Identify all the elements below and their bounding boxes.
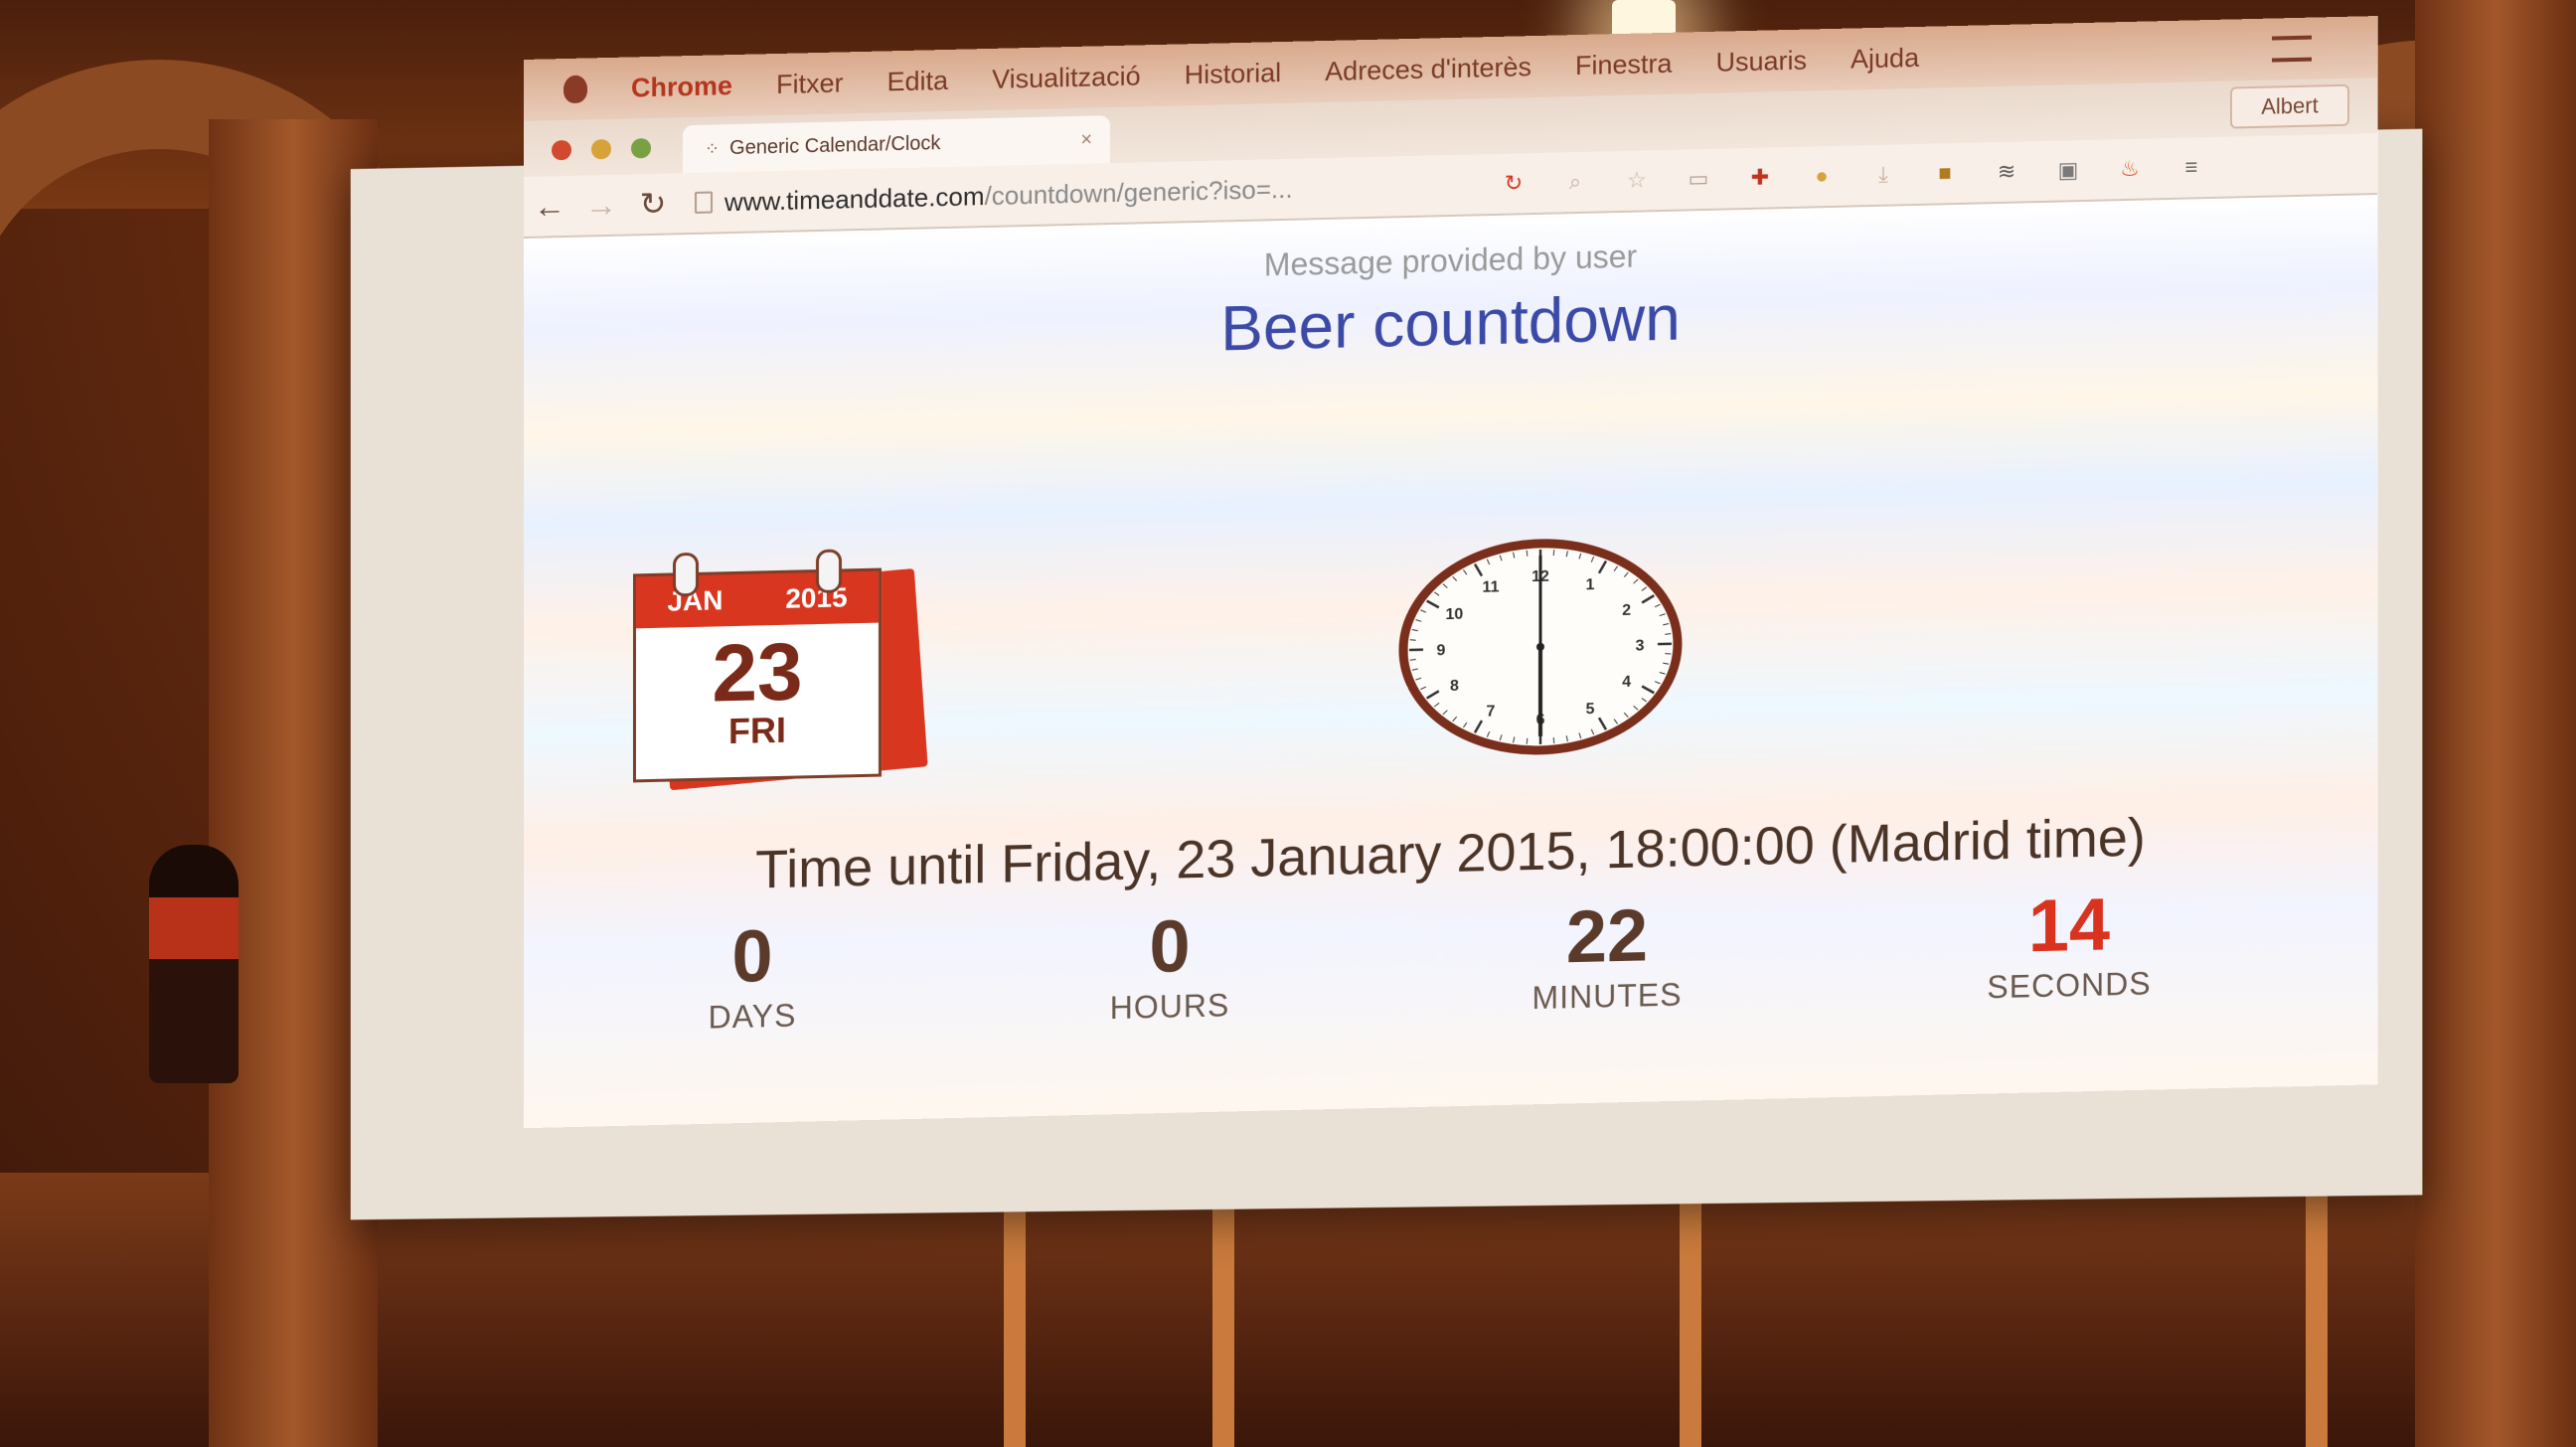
- table-leg: [1680, 1183, 1701, 1447]
- table-leg: [2306, 1183, 2328, 1447]
- table-leg: [1212, 1183, 1234, 1447]
- tab-title: Generic Calendar/Clock: [729, 132, 940, 160]
- calendar-icon: JAN 2015 23 FRI: [633, 548, 921, 783]
- counter-minutes: 22 MINUTES: [1478, 895, 1736, 1018]
- menu-item-fitxer[interactable]: Fitxer: [776, 68, 844, 100]
- calendar-ring: [673, 553, 699, 597]
- refresh-extension-icon[interactable]: ↻: [1496, 165, 1531, 202]
- analog-clock: 121234567891011: [1396, 534, 1685, 759]
- fire-icon[interactable]: ♨: [2112, 150, 2148, 187]
- menu-item-finestra[interactable]: Finestra: [1575, 48, 1673, 80]
- menu-item-usuaris[interactable]: Usuaris: [1716, 45, 1808, 78]
- clock-numeral: 9: [1437, 642, 1446, 659]
- days-label: DAYS: [623, 996, 882, 1039]
- clock-numeral: 10: [1446, 606, 1464, 623]
- layers-icon[interactable]: ≋: [1989, 153, 2024, 190]
- close-tab-icon[interactable]: ×: [1080, 128, 1092, 151]
- days-value: 0: [623, 916, 882, 998]
- clock-numeral: 3: [1636, 637, 1645, 654]
- menu-item-edita[interactable]: Edita: [887, 65, 949, 96]
- forward-arrow-icon[interactable]: →: [575, 186, 627, 224]
- window-controls: [552, 138, 651, 160]
- extension-icons: ↻ ⌕ ☆ ▭ ✚ ● ⤓ ■ ≋ ▣ ♨ ≡: [1496, 149, 2209, 202]
- seconds-value: 14: [1940, 884, 2198, 966]
- clock-tick: [1665, 653, 1671, 654]
- bookmark-star-icon[interactable]: ☆: [1619, 162, 1655, 199]
- profile-button[interactable]: Albert: [2230, 84, 2349, 129]
- minutes-label: MINUTES: [1478, 975, 1736, 1018]
- menu-icon[interactable]: ≡: [2174, 149, 2209, 186]
- pillar-right: [2415, 0, 2576, 1447]
- seconds-label: SECONDS: [1940, 964, 2198, 1007]
- minimize-window-icon[interactable]: [591, 139, 611, 159]
- calendar-ring: [816, 549, 842, 593]
- menu-item-historial[interactable]: Historial: [1185, 58, 1282, 90]
- seated-person: [149, 845, 239, 1083]
- page-icon: [695, 192, 713, 214]
- clock-tick: [1553, 737, 1554, 743]
- clock-numeral: 8: [1450, 678, 1459, 695]
- clock-tick: [1410, 640, 1416, 641]
- search-icon[interactable]: ⌕: [1557, 164, 1593, 201]
- counter-seconds: 14 SECONDS: [1940, 884, 2198, 1007]
- hours-value: 0: [1041, 906, 1299, 988]
- download-icon[interactable]: ⤓: [1865, 156, 1901, 193]
- menu-item-visualitzacio[interactable]: Visualització: [992, 61, 1141, 95]
- clock-numeral: 2: [1622, 602, 1631, 619]
- back-arrow-icon[interactable]: ←: [524, 187, 575, 225]
- calendar-weekday: FRI: [636, 711, 879, 752]
- pinterest-icon[interactable]: ✚: [1742, 159, 1778, 196]
- countdown-counters: 0 DAYS 0 HOURS 22 MINUTES 14 SECONDS: [524, 881, 2377, 1044]
- calendar-day: 23: [636, 631, 879, 717]
- close-window-icon[interactable]: [552, 140, 571, 160]
- loading-favicon-icon: ⁘: [705, 138, 720, 159]
- screen-icon[interactable]: ▭: [1681, 161, 1716, 198]
- clock-tick: [1527, 738, 1528, 744]
- url-path: /countdown/generic?iso=...: [985, 173, 1293, 210]
- minutes-value: 22: [1478, 895, 1736, 977]
- clock-tick: [1527, 551, 1528, 557]
- zoom-window-icon[interactable]: [631, 138, 651, 158]
- cast-icon[interactable]: ▣: [2050, 152, 2086, 189]
- clock-numeral: 5: [1586, 701, 1595, 718]
- clock-numeral: 1: [1586, 576, 1595, 593]
- cookie-icon[interactable]: ●: [1804, 158, 1840, 195]
- table-leg: [1004, 1183, 1026, 1447]
- menu-item-adreces[interactable]: Adreces d'interès: [1325, 52, 1531, 87]
- address-bar[interactable]: www.timeanddate.com/countdown/generic?is…: [695, 163, 1470, 225]
- countdown-page: Message provided by user Beer countdown …: [524, 195, 2377, 1128]
- counter-days: 0 DAYS: [623, 916, 882, 1039]
- apple-icon[interactable]: [564, 75, 587, 103]
- projected-browser-window: Chrome Fitxer Edita Visualització Histor…: [524, 16, 2377, 1128]
- menu-item-ajuda[interactable]: Ajuda: [1851, 42, 1919, 75]
- clock-numeral: 11: [1483, 579, 1500, 596]
- reload-icon[interactable]: ↻: [627, 184, 679, 223]
- calendar-front-page: JAN 2015 23 FRI: [633, 568, 882, 783]
- room-background: Chrome Fitxer Edita Visualització Histor…: [0, 0, 2576, 1447]
- clock-numeral: 4: [1622, 674, 1631, 691]
- clock-face-icon: 121234567891011: [1396, 534, 1685, 759]
- hours-label: HOURS: [1041, 986, 1299, 1029]
- clock-numeral: 7: [1487, 703, 1496, 720]
- menu-app-name[interactable]: Chrome: [631, 71, 732, 103]
- list-menu-icon[interactable]: [2272, 36, 2312, 63]
- counter-hours: 0 HOURS: [1041, 906, 1299, 1029]
- app-square-icon[interactable]: ■: [1927, 155, 1963, 192]
- clock-tick: [1553, 550, 1554, 556]
- url-host: www.timeanddate.com: [724, 181, 985, 217]
